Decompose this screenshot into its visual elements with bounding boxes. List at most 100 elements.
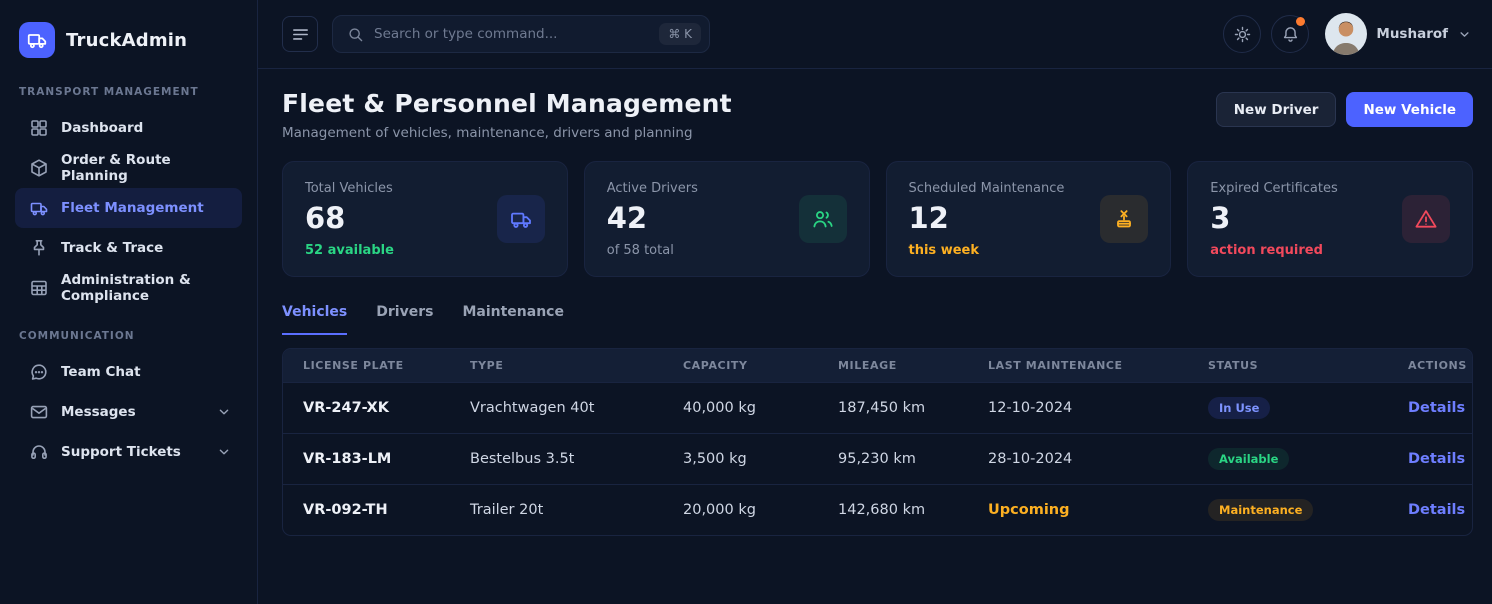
cell-license-plate: VR-247-XK [303, 400, 470, 416]
sidebar-item-administration-compliance[interactable]: Administration & Compliance [15, 268, 242, 308]
user-menu[interactable]: Musharof [1325, 13, 1472, 55]
stat-card-scheduled-maintenance: Scheduled Maintenance 12 this week [886, 161, 1172, 277]
topbar-right: Musharof [1223, 13, 1472, 55]
notification-dot [1296, 17, 1305, 26]
status-badge: Available [1208, 448, 1289, 470]
stat-text: Active Drivers 42 of 58 total [607, 181, 698, 258]
chevron-down-icon [216, 444, 232, 460]
sidebar-nav-transport: Dashboard Order & Route Planning Fleet M… [15, 108, 242, 308]
details-link[interactable]: Details [1408, 502, 1465, 518]
sidebar-item-label: Administration & Compliance [61, 272, 232, 304]
app-root: TruckAdmin TRANSPORT MANAGEMENT Dashboar… [0, 0, 1492, 604]
stat-card-expired-certificates: Expired Certificates 3 action required [1187, 161, 1473, 277]
cell-status: Maintenance [1208, 499, 1408, 521]
cell-status: In Use [1208, 397, 1408, 419]
sun-icon [1233, 25, 1252, 44]
stat-sub: of 58 total [607, 243, 698, 258]
table-row: VR-092-TH Trailer 20t 20,000 kg 142,680 … [283, 484, 1472, 535]
headset-icon [29, 442, 49, 462]
status-badge: In Use [1208, 397, 1270, 419]
stat-value: 68 [305, 204, 394, 233]
avatar [1325, 13, 1367, 55]
sidebar-toggle-button[interactable] [282, 16, 318, 52]
alert-triangle-icon [1402, 195, 1450, 243]
tab-vehicles[interactable]: Vehicles [282, 304, 347, 335]
search-icon [347, 26, 364, 43]
stat-value: 12 [909, 204, 1065, 233]
brand-name: TruckAdmin [66, 30, 187, 51]
tab-maintenance[interactable]: Maintenance [462, 304, 564, 335]
cell-capacity: 40,000 kg [683, 400, 838, 416]
cell-license-plate: VR-092-TH [303, 502, 470, 518]
cell-mileage: 142,680 km [838, 502, 988, 518]
column-header-status: STATUS [1208, 359, 1408, 372]
chat-icon [29, 362, 49, 382]
status-badge: Maintenance [1208, 499, 1313, 521]
users-icon [799, 195, 847, 243]
column-header-last-maintenance: LAST MAINTENANCE [988, 359, 1208, 372]
page-content: Fleet & Personnel Management Management … [258, 69, 1492, 604]
stat-text: Total Vehicles 68 52 available [305, 181, 394, 258]
vehicles-table: LICENSE PLATE TYPE CAPACITY MILEAGE LAST… [282, 348, 1473, 536]
theme-toggle-button[interactable] [1223, 15, 1261, 53]
cell-actions: Details [1408, 502, 1465, 518]
column-header-license-plate: LICENSE PLATE [303, 359, 470, 372]
tab-drivers[interactable]: Drivers [376, 304, 433, 335]
cell-mileage: 187,450 km [838, 400, 988, 416]
chevron-down-icon [1457, 27, 1472, 42]
stat-text: Expired Certificates 3 action required [1210, 181, 1338, 258]
new-driver-button[interactable]: New Driver [1216, 92, 1337, 127]
new-vehicle-button[interactable]: New Vehicle [1346, 92, 1473, 127]
notifications-button[interactable] [1271, 15, 1309, 53]
sidebar-item-dashboard[interactable]: Dashboard [15, 108, 242, 148]
brand: TruckAdmin [15, 22, 242, 58]
cell-actions: Details [1408, 451, 1465, 467]
truck-logo-icon [19, 22, 55, 58]
sidebar-item-team-chat[interactable]: Team Chat [15, 352, 242, 392]
main-column: ⌘ K Musharof [258, 0, 1492, 604]
truck-icon [497, 195, 545, 243]
title-row: Fleet & Personnel Management Management … [282, 89, 1473, 141]
cell-capacity: 3,500 kg [683, 451, 838, 467]
cell-type: Bestelbus 3.5t [470, 451, 683, 467]
sidebar-item-track-trace[interactable]: Track & Trace [15, 228, 242, 268]
stat-sub: this week [909, 243, 1065, 258]
stat-card-total-vehicles: Total Vehicles 68 52 available [282, 161, 568, 277]
stat-cards: Total Vehicles 68 52 available Active Dr… [282, 161, 1473, 277]
details-link[interactable]: Details [1408, 400, 1465, 416]
sidebar: TruckAdmin TRANSPORT MANAGEMENT Dashboar… [0, 0, 258, 604]
sidebar-section-communication: COMMUNICATION [15, 330, 242, 342]
cell-last-maintenance: 12-10-2024 [988, 400, 1208, 416]
truck-icon [29, 198, 49, 218]
sidebar-item-order-route-planning[interactable]: Order & Route Planning [15, 148, 242, 188]
sidebar-item-label: Team Chat [61, 364, 141, 380]
title-actions: New Driver New Vehicle [1216, 89, 1473, 127]
grid-icon [29, 118, 49, 138]
mail-icon [29, 402, 49, 422]
search-input[interactable] [374, 26, 649, 42]
bell-icon [1281, 25, 1300, 44]
sidebar-item-fleet-management[interactable]: Fleet Management [15, 188, 242, 228]
column-header-mileage: MILEAGE [838, 359, 988, 372]
cell-type: Vrachtwagen 40t [470, 400, 683, 416]
stat-sub: action required [1210, 243, 1338, 258]
sidebar-nav-communication: Team Chat Messages Support Tickets [15, 352, 242, 472]
topbar: ⌘ K Musharof [258, 0, 1492, 69]
sidebar-section-transport: TRANSPORT MANAGEMENT [15, 86, 242, 98]
page-title: Fleet & Personnel Management [282, 89, 732, 118]
table-icon [29, 278, 49, 298]
hamburger-icon [291, 25, 310, 44]
sidebar-item-support-tickets[interactable]: Support Tickets [15, 432, 242, 472]
chevron-down-icon [216, 404, 232, 420]
table-header-row: LICENSE PLATE TYPE CAPACITY MILEAGE LAST… [283, 349, 1472, 382]
cell-last-maintenance: Upcoming [988, 502, 1208, 518]
stat-label: Expired Certificates [1210, 181, 1338, 196]
sidebar-item-messages[interactable]: Messages [15, 392, 242, 432]
details-link[interactable]: Details [1408, 451, 1465, 467]
cell-license-plate: VR-183-LM [303, 451, 470, 467]
search-box[interactable]: ⌘ K [332, 15, 710, 53]
cell-last-maintenance: 28-10-2024 [988, 451, 1208, 467]
stat-text: Scheduled Maintenance 12 this week [909, 181, 1065, 258]
cell-type: Trailer 20t [470, 502, 683, 518]
sidebar-item-label: Order & Route Planning [61, 152, 232, 184]
